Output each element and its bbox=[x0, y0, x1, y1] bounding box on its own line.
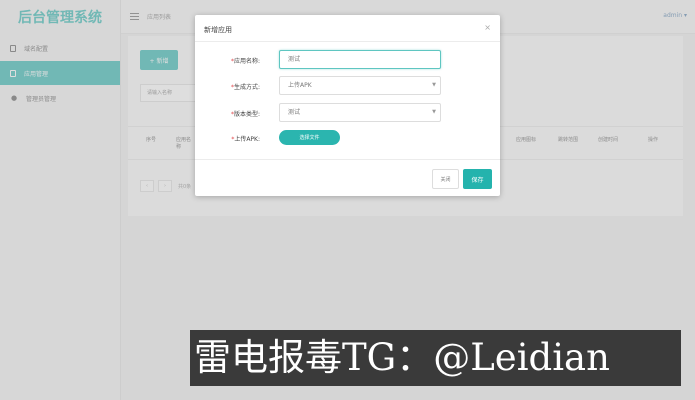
save-button[interactable]: 保存 bbox=[463, 169, 492, 189]
form-row-app-name: *应用名称: 测试 bbox=[195, 50, 500, 70]
dialog-header: 新增应用 × bbox=[195, 15, 500, 42]
version-type-select[interactable]: 测试 ▼ bbox=[279, 103, 441, 122]
field-label: *上传APK: bbox=[231, 136, 260, 143]
app-name-input[interactable]: 测试 bbox=[279, 50, 441, 69]
watermark-banner: 雷电报毒TG：@Leidian bbox=[190, 330, 681, 386]
field-label: *应用名称: bbox=[230, 58, 260, 65]
chevron-down-icon: ▼ bbox=[432, 82, 436, 88]
form-row-version-type: *版本类型: 测试 ▼ bbox=[195, 103, 500, 123]
form-row-upload-apk: *上传APK: 选择文件 bbox=[195, 130, 500, 150]
field-label: *版本类型: bbox=[230, 111, 260, 118]
dialog-title: 新增应用 bbox=[204, 26, 232, 34]
new-app-dialog: 新增应用 × *应用名称: 测试 *生成方式: 上传APK ▼ *版本类型: 测… bbox=[195, 15, 500, 196]
chevron-down-icon: ▼ bbox=[432, 109, 436, 115]
form-row-generate-method: *生成方式: 上传APK ▼ bbox=[195, 76, 500, 96]
choose-file-button[interactable]: 选择文件 bbox=[279, 130, 340, 145]
field-label: *生成方式: bbox=[230, 84, 260, 91]
dialog-footer: 关闭 保存 bbox=[195, 159, 500, 196]
generate-method-select[interactable]: 上传APK ▼ bbox=[279, 76, 441, 95]
close-button[interactable]: 关闭 bbox=[432, 169, 459, 189]
close-icon[interactable]: × bbox=[484, 23, 491, 32]
